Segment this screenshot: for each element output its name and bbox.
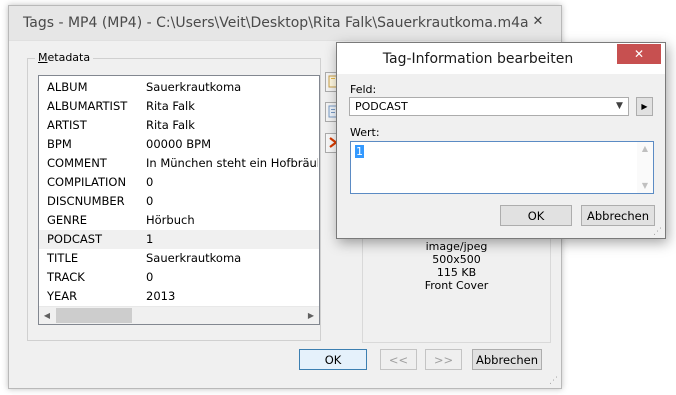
field-select[interactable]: PODCAST ▼ bbox=[349, 97, 629, 116]
metadata-row[interactable]: ALBUMARTIST Rita Falk bbox=[39, 97, 319, 116]
dialog-resize-grip-icon[interactable]: ⋰ bbox=[653, 227, 663, 237]
tag-edit-dialog-titlebar[interactable]: Tag-Information bearbeiten ✕ bbox=[337, 43, 665, 74]
metadata-value: 0 bbox=[146, 194, 154, 208]
metadata-row[interactable]: YEAR 2013 bbox=[39, 287, 319, 306]
value-text-selected: 1 bbox=[355, 145, 364, 158]
metadata-value: 00000 BPM bbox=[146, 137, 211, 151]
previous-button[interactable]: << bbox=[380, 349, 417, 370]
tags-window-close-button[interactable]: ✕ bbox=[523, 12, 553, 31]
metadata-value: Sauerkrautkoma bbox=[146, 80, 242, 94]
metadata-key: TRACK bbox=[47, 270, 85, 284]
chevron-down-icon[interactable]: ▼ bbox=[612, 99, 627, 114]
scroll-left-arrow-icon[interactable]: ◀ bbox=[39, 307, 55, 324]
cover-mime: image/jpeg bbox=[425, 240, 488, 253]
metadata-key: DISCNUMBER bbox=[47, 194, 125, 208]
field-select-value: PODCAST bbox=[355, 100, 408, 113]
metadata-key: ALBUMARTIST bbox=[47, 99, 128, 113]
metadata-key: ALBUM bbox=[47, 80, 88, 94]
cover-art-panel: image/jpeg 500x500 115 KB Front Cover bbox=[362, 236, 551, 343]
tag-edit-dialog-close-button[interactable]: ✕ bbox=[617, 44, 661, 64]
metadata-key: COMPILATION bbox=[47, 175, 127, 189]
metadata-list-horizontal-scrollbar[interactable]: ◀ ▶ bbox=[39, 306, 319, 324]
next-button[interactable]: >> bbox=[425, 349, 462, 370]
metadata-group-label: Metadata bbox=[35, 51, 94, 64]
dialog-cancel-button[interactable]: Abbrechen bbox=[581, 205, 655, 226]
dialog-ok-button[interactable]: OK bbox=[500, 205, 572, 226]
metadata-row[interactable]: COMMENT In München steht ein Hofbräuhaus bbox=[39, 154, 319, 173]
metadata-row[interactable]: COMPILATION 0 bbox=[39, 173, 319, 192]
metadata-value: Rita Falk bbox=[146, 99, 195, 113]
arrow-right-icon: ▶ bbox=[641, 102, 648, 111]
metadata-key: PODCAST bbox=[47, 232, 103, 246]
metadata-list[interactable]: ALBUM Sauerkrautkoma ALBUMARTIST Rita Falk A… bbox=[38, 75, 320, 325]
cover-dimensions: 500x500 bbox=[432, 253, 481, 266]
cancel-button[interactable]: Abbrechen bbox=[472, 349, 542, 370]
cover-size: 115 KB bbox=[436, 266, 477, 279]
metadata-value: Rita Falk bbox=[146, 118, 195, 132]
metadata-row[interactable]: PODCAST 1 bbox=[39, 230, 319, 249]
metadata-value: In München steht ein Hofbräuhaus bbox=[146, 156, 318, 170]
metadata-key: TITLE bbox=[47, 251, 79, 265]
metadata-value: 2013 bbox=[146, 289, 176, 303]
metadata-value: 0 bbox=[146, 175, 154, 189]
field-label: Feld: bbox=[350, 83, 377, 96]
scroll-down-arrow-icon[interactable]: ▼ bbox=[637, 179, 653, 193]
value-textarea[interactable]: 1 ▲ ▼ bbox=[350, 141, 654, 194]
metadata-key: COMMENT bbox=[47, 156, 107, 170]
field-options-button[interactable]: ▶ bbox=[636, 97, 653, 116]
metadata-row[interactable]: TITLE Sauerkrautkoma bbox=[39, 249, 319, 268]
ok-button[interactable]: OK bbox=[299, 349, 367, 370]
metadata-value: 1 bbox=[146, 232, 154, 246]
metadata-key: ARTIST bbox=[47, 118, 87, 132]
metadata-row[interactable]: ARTIST Rita Falk bbox=[39, 116, 319, 135]
metadata-key: GENRE bbox=[47, 213, 88, 227]
metadata-row[interactable]: GENRE Hörbuch bbox=[39, 211, 319, 230]
scrollbar-thumb[interactable] bbox=[56, 308, 132, 323]
metadata-row[interactable]: ALBUM Sauerkrautkoma bbox=[39, 78, 319, 97]
tag-edit-dialog: Tag-Information bearbeiten ✕ Feld: PODCA… bbox=[336, 42, 666, 239]
tag-edit-dialog-title: Tag-Information bearbeiten bbox=[382, 51, 574, 67]
metadata-value: 0 bbox=[146, 270, 154, 284]
scroll-right-arrow-icon[interactable]: ▶ bbox=[303, 307, 319, 324]
resize-grip-icon[interactable]: ⋰ bbox=[549, 376, 559, 386]
cover-type: Front Cover bbox=[424, 279, 489, 292]
value-textarea-vertical-scrollbar[interactable]: ▲ ▼ bbox=[637, 142, 653, 193]
tags-window-title: Tags - MP4 (MP4) - C:\Users\Veit\Desktop… bbox=[23, 15, 529, 31]
metadata-key: YEAR bbox=[47, 289, 78, 303]
metadata-row[interactable]: TRACK 0 bbox=[39, 268, 319, 287]
scroll-up-arrow-icon[interactable]: ▲ bbox=[637, 142, 653, 156]
metadata-value: Sauerkrautkoma bbox=[146, 251, 242, 265]
metadata-value: Hörbuch bbox=[146, 213, 195, 227]
metadata-row[interactable]: DISCNUMBER 0 bbox=[39, 192, 319, 211]
value-label: Wert: bbox=[350, 126, 380, 139]
metadata-row[interactable]: BPM 00000 BPM bbox=[39, 135, 319, 154]
tags-window-titlebar[interactable]: Tags - MP4 (MP4) - C:\Users\Veit\Desktop… bbox=[9, 6, 561, 41]
metadata-key: BPM bbox=[47, 137, 72, 151]
